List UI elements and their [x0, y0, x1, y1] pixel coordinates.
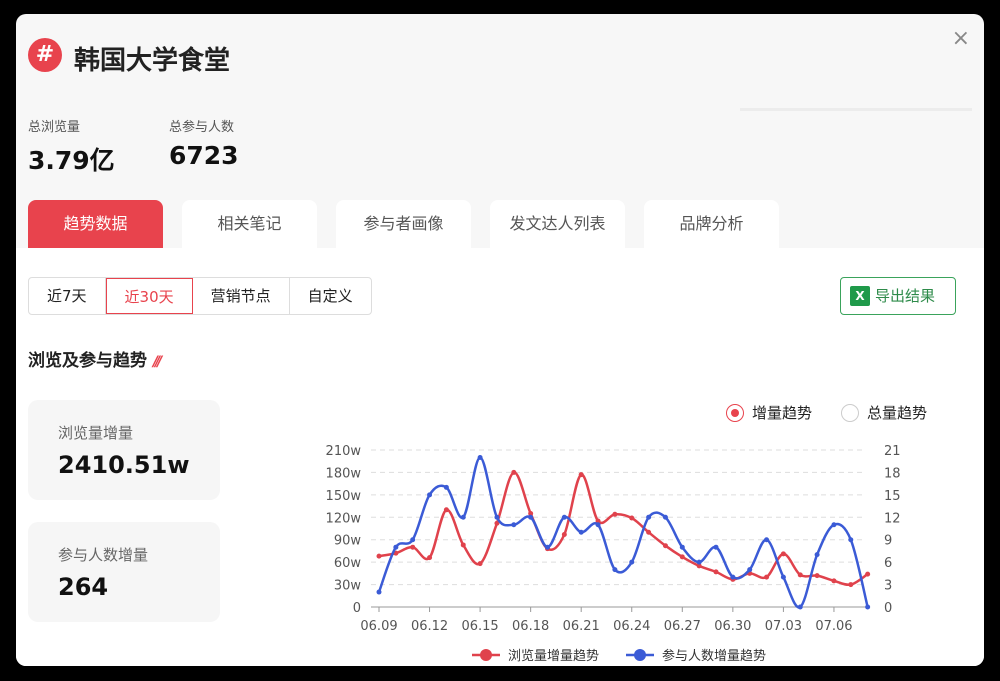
views-increase-card: 浏览量增量 2410.51w	[28, 400, 220, 500]
section-title: 浏览及参与趋势 ///	[28, 346, 159, 371]
trend-panel: 近7天 近30天 营销节点 自定义 X 导出结果 浏览及参与趋势 /// 浏览量增…	[16, 248, 984, 666]
stat-label: 总浏览量	[28, 116, 115, 135]
excel-icon: X	[850, 286, 870, 306]
topic-detail-dialog: # 韩国大学食堂 × 总浏览量 3.79亿 总参与人数 6723 趋势数据 相关笔记…	[16, 14, 984, 666]
radio-checked-icon	[726, 404, 744, 422]
export-button[interactable]: X 导出结果	[840, 277, 956, 315]
hashtag-icon: #	[28, 38, 62, 72]
export-label: 导出结果	[875, 287, 935, 305]
range-7d[interactable]: 近7天	[29, 278, 106, 314]
range-30d[interactable]: 近30天	[106, 278, 193, 314]
page-title: 韩国大学食堂	[74, 40, 230, 77]
stat-label: 总参与人数	[169, 116, 239, 135]
card-value: 2410.51w	[58, 451, 220, 479]
tab-participants[interactable]: 参与者画像	[336, 200, 471, 248]
divider	[740, 108, 972, 111]
range-marketing[interactable]: 营销节点	[193, 278, 290, 314]
card-value: 264	[58, 573, 220, 601]
close-icon[interactable]: ×	[952, 26, 970, 51]
radio-label: 总量趋势	[867, 402, 927, 423]
total-views-stat: 总浏览量 3.79亿	[28, 116, 115, 177]
slash-decor-icon: ///	[153, 354, 159, 370]
range-custom[interactable]: 自定义	[290, 278, 371, 314]
total-participants-stat: 总参与人数 6723	[169, 116, 239, 170]
card-label: 浏览量增量	[58, 422, 220, 443]
tab-notes[interactable]: 相关笔记	[182, 200, 317, 248]
tab-bar: 趋势数据 相关笔记 参与者画像 发文达人列表 品牌分析	[28, 200, 779, 248]
tab-creators[interactable]: 发文达人列表	[490, 200, 625, 248]
date-range-selector: 近7天 近30天 营销节点 自定义	[28, 277, 372, 315]
stat-value: 3.79亿	[28, 141, 115, 177]
radio-unchecked-icon	[841, 404, 859, 422]
tab-brands[interactable]: 品牌分析	[644, 200, 779, 248]
radio-label: 增量趋势	[752, 402, 812, 423]
participants-increase-card: 参与人数增量 264	[28, 522, 220, 622]
tab-trend[interactable]: 趋势数据	[28, 200, 163, 248]
radio-total[interactable]: 总量趋势	[841, 402, 927, 423]
card-label: 参与人数增量	[58, 544, 220, 565]
stat-value: 6723	[169, 141, 239, 170]
section-title-text: 浏览及参与趋势	[28, 351, 147, 371]
radio-increment[interactable]: 增量趋势	[726, 402, 812, 423]
